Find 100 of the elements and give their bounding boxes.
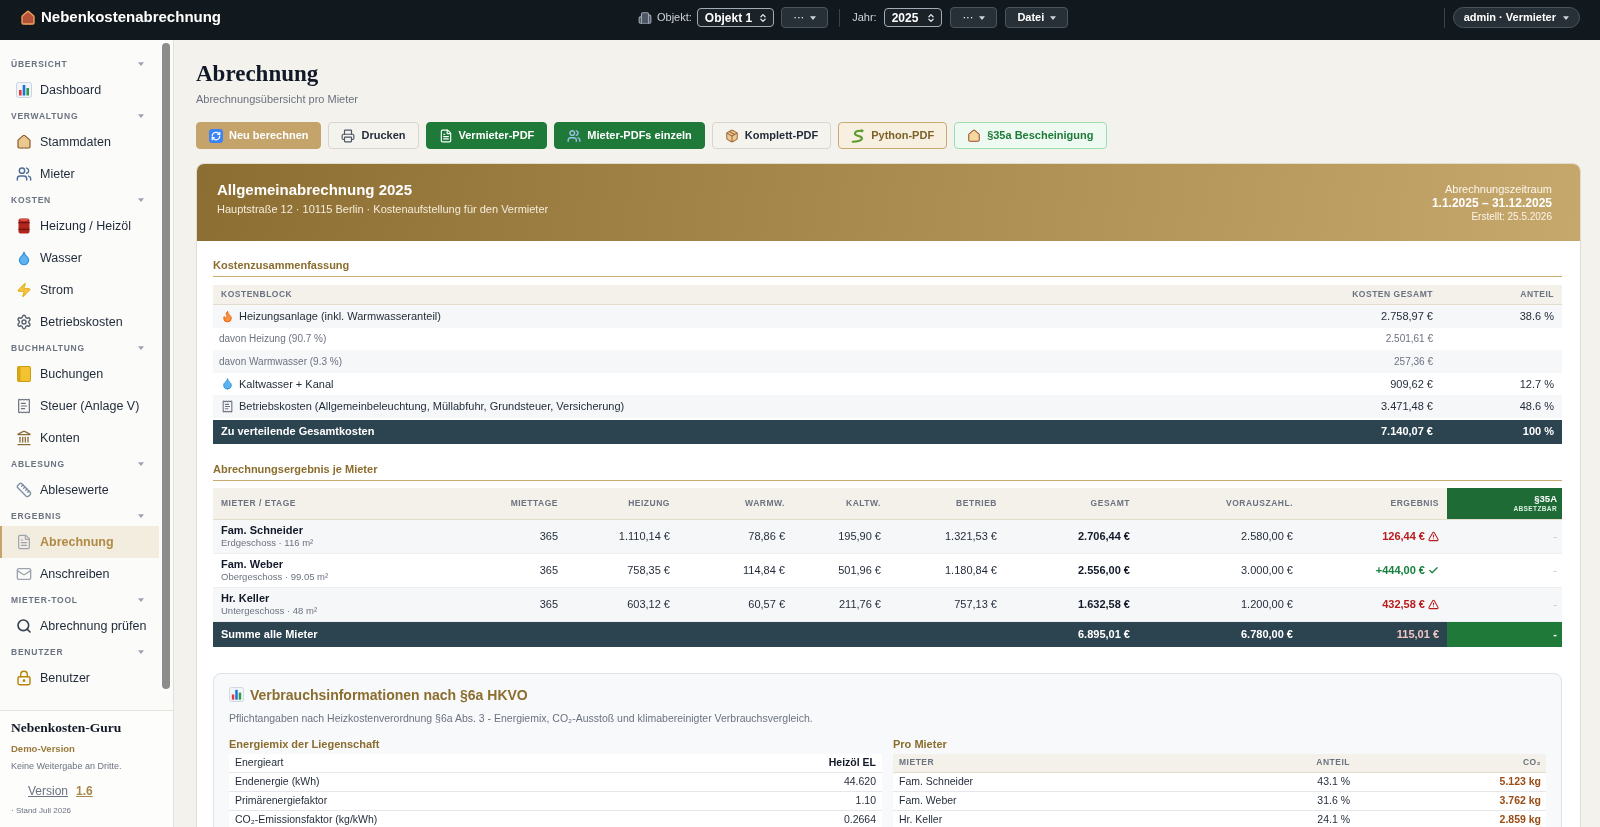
table-cell-text: 6.895,01 € [1078, 626, 1131, 642]
certificate-button[interactable]: §35a Bescheinigung [954, 122, 1107, 149]
sidebar-item[interactable]: Steuer (Anlage V) [0, 390, 159, 422]
sidebar-item[interactable]: Ablesewerte [0, 474, 159, 506]
column-header: ERGEBNIS [1390, 496, 1440, 510]
table-cell-text: 31.6 % [1317, 792, 1351, 808]
sidebar-item[interactable]: Dashboard [0, 74, 159, 106]
sidebar-item[interactable]: Mieter [0, 158, 159, 190]
sidebar-item[interactable]: Anschreiben [0, 558, 159, 590]
search-icon [16, 618, 32, 634]
caret-icon [979, 15, 986, 20]
table-cell-text: davon Heizung (90.7 %) [219, 332, 327, 347]
table-cell-text: - [1553, 528, 1558, 544]
table-cell-text: 114,84 € [743, 562, 786, 578]
building-icon [638, 10, 652, 25]
table-cell-text: Heizungsanlage (inkl. Warmwasseranteil) [239, 309, 441, 324]
table-cell: CO₂-Emissionsfaktor (kg/kWh) [235, 811, 378, 827]
caret-icon [810, 15, 817, 20]
section-header: BUCHHALTUNG [11, 341, 85, 355]
table-cell-text: 3.762 kg [1499, 792, 1542, 808]
house-icon [967, 128, 982, 143]
table-cell-text: 1.10 [855, 792, 876, 808]
panel-description: Pflichtangaben nach Heizkostenverordnung §6a Abs. 3 - Energiemix, CO₂-Ausstoß und klimabereinigter Verbrauchsvergleich. [229, 710, 814, 725]
section-header: MIETER-TOOL [11, 593, 78, 607]
print-button[interactable]: Drucken [328, 122, 419, 149]
column-header: KALTW. [846, 496, 882, 510]
column-header: HEIZUNG [628, 496, 671, 510]
sidebar-item[interactable]: Benutzer [0, 662, 159, 694]
envelope-icon [16, 566, 32, 582]
printer-icon [341, 128, 356, 143]
receipt-icon [16, 398, 32, 414]
column-header: MIETTAGE [510, 496, 559, 510]
table-cell-text: 5.123 kg [1499, 773, 1542, 789]
section-header: ÜBERSICHT [11, 57, 68, 71]
sidebar-item[interactable]: Wasser [0, 242, 159, 274]
more-button[interactable]: ··· [950, 7, 998, 28]
table-cell-text: 2.580,00 € [1241, 528, 1294, 544]
notice-text: Keine Weitergabe an Dritte. [11, 760, 123, 772]
year-select[interactable]: 2025 [883, 8, 943, 27]
file-menu-button[interactable]: Datei [1005, 7, 1069, 28]
ruler-icon [16, 482, 32, 498]
snake-icon [851, 128, 866, 143]
table-cell-text: Kaltwasser + Kanal [239, 376, 334, 392]
sidebar-item[interactable]: Konten [0, 422, 159, 454]
warning-icon [1428, 598, 1439, 610]
sidebar-item[interactable]: Heizung / Heizöl [0, 210, 159, 242]
object-select[interactable]: Objekt 1 [696, 8, 775, 27]
user-menu-button[interactable]: admin · Vermieter [1452, 7, 1580, 28]
app-title: Nebenkostenabrechnung [41, 7, 222, 28]
house-icon [16, 134, 32, 150]
table-cell-text: 44.620 [843, 773, 876, 789]
section-header: BENUTZER [11, 645, 64, 659]
version-link[interactable]: Version [28, 782, 69, 800]
period-dates: 1.1.2025 – 31.12.2025 [1431, 196, 1552, 210]
tenant-pdfs-button[interactable]: Mieter-PDFs einzeln [554, 122, 705, 149]
table-cell-text: 257,36 € [1394, 354, 1434, 369]
panel-title: Verbrauchsinformationen nach §6a HKVO [250, 686, 528, 703]
table-cell-text: - [1553, 596, 1558, 612]
table-cell-text: 1.632,58 € [1078, 596, 1131, 612]
landlord-pdf-button[interactable]: Vermieter-PDF [425, 122, 548, 149]
table-cell-text: 43.1 % [1317, 773, 1351, 789]
date-note: · Stand Juli 2026 [11, 806, 73, 816]
sidebar-item[interactable]: Stammdaten [0, 126, 159, 158]
sidebar-item[interactable]: Abrechnung prüfen [0, 610, 159, 642]
column-header: ANTEIL [1520, 288, 1555, 301]
table-cell-text: 48.6 % [1519, 399, 1555, 414]
table-cell-text: Heizöl EL [828, 754, 876, 770]
table-cell-text: 12.7 % [1519, 376, 1555, 392]
tenant-unit: Obergeschoss · 99.05 m² [221, 570, 330, 583]
section-header: KOSTEN [11, 193, 51, 207]
tenant-unit: Erdgeschoss · 116 m² [221, 536, 315, 549]
table-cell-text: 1.180,84 € [945, 562, 998, 578]
table-cell-text: 7.140,07 € [1381, 424, 1434, 440]
document-icon [16, 534, 32, 550]
sidebar-item[interactable]: Strom [0, 274, 159, 306]
table-cell-text: 365 [539, 528, 559, 544]
created-date: Erstellt: 25.5.2026 [1471, 210, 1552, 223]
more-button[interactable]: ··· [781, 7, 829, 28]
table-cell-text: 24.1 % [1317, 811, 1351, 827]
table-cell-text: 211,76 € [839, 596, 882, 612]
tenant-name: Fam. Weber [221, 557, 285, 571]
column-header: KOSTEN GESAMT [1352, 288, 1434, 301]
table-cell-text: 1.110,14 € [618, 528, 671, 544]
table-cell-text: 3.000,00 € [1241, 562, 1294, 578]
table-cell-text: 3.471,48 € [1381, 399, 1434, 414]
sidebar-item[interactable]: Betriebskosten [0, 306, 159, 338]
complete-pdf-button[interactable]: Komplett-PDF [711, 122, 832, 149]
table-cell-text: davon Warmwasser (9.3 %) [219, 354, 342, 369]
document-icon [438, 128, 453, 143]
warning-icon [1428, 530, 1439, 542]
section-header: ABLESUNG [11, 457, 65, 471]
chevrons-icon [926, 12, 937, 23]
sidebar-item[interactable]: Buchungen [0, 358, 159, 390]
barrel-icon [16, 218, 32, 234]
python-pdf-button[interactable]: Python-PDF [838, 122, 948, 149]
table-cell-text: - [1553, 562, 1558, 578]
check-icon [1428, 564, 1439, 576]
subsection-title: Pro Mieter [893, 736, 948, 751]
scrollbar-thumb[interactable] [162, 43, 170, 689]
object-label: Objekt: [657, 10, 692, 26]
